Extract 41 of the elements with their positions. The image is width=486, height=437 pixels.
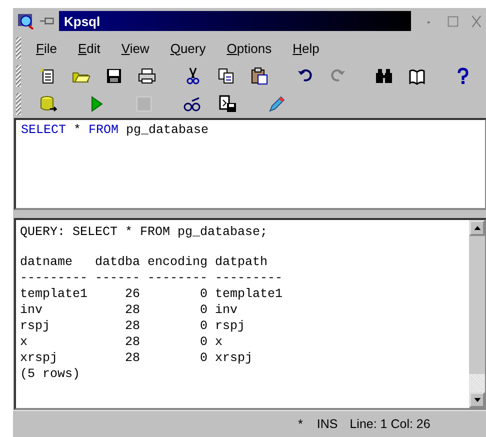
toolbar-button-icon[interactable] <box>217 67 235 85</box>
toolbar-grip[interactable] <box>16 65 21 87</box>
toolbar-button-icon[interactable] <box>250 67 268 85</box>
scrollbar[interactable] <box>469 220 485 408</box>
insert-mode: INS <box>316 417 338 431</box>
menu-item[interactable]: View <box>121 40 150 56</box>
toolbar-grip[interactable] <box>16 37 21 59</box>
scroll-up-button[interactable] <box>469 220 485 236</box>
scroll-down-button[interactable] <box>469 392 485 408</box>
result-line: x 28 0 x <box>20 334 224 350</box>
pin-icon[interactable] <box>39 16 55 26</box>
toolbar-button-icon[interactable] <box>183 95 201 113</box>
window-title: Kpsql <box>64 14 100 28</box>
result-line: --------- ------ -------- --------- <box>20 270 284 286</box>
modified-indicator: * <box>298 417 303 431</box>
down-arrow-icon <box>474 398 480 402</box>
result-line: xrspj 28 0 xrspj <box>20 350 254 366</box>
menu-item[interactable]: File <box>36 40 57 56</box>
toolbar-grip[interactable] <box>16 93 21 115</box>
toolbar-button-icon[interactable] <box>138 67 156 85</box>
cursor-position: Line: 1 Col: 26 <box>350 417 430 431</box>
up-arrow-icon <box>474 226 480 230</box>
menu-item[interactable]: Options <box>226 40 272 56</box>
toolbar-button-icon[interactable] <box>219 95 237 113</box>
toolbar-button-icon[interactable] <box>408 67 426 85</box>
toolbar-button-icon[interactable] <box>105 67 123 85</box>
result-line: rspj 28 0 rspj <box>20 318 246 334</box>
result-line: inv 28 0 inv <box>20 302 239 318</box>
scroll-thumb[interactable] <box>469 374 485 392</box>
toolbar-button-icon[interactable] <box>39 95 57 113</box>
toolbar-button-icon[interactable] <box>375 67 393 85</box>
menu-item[interactable]: Help <box>292 40 320 56</box>
menu-item[interactable]: Query <box>170 40 206 56</box>
result-line: (5 rows) <box>20 366 82 382</box>
toolbar-button-icon[interactable] <box>184 67 202 85</box>
query-editor[interactable]: SELECT * FROM pg_database <box>14 118 486 210</box>
result-line: datname datdba encoding datpath <box>20 254 269 270</box>
result-line: template1 26 0 template1 <box>20 286 284 302</box>
query-line: QUERY: SELECT * FROM pg_database; <box>20 224 269 240</box>
query-text: SELECT * FROM pg_database <box>21 123 210 137</box>
menu-item[interactable]: Edit <box>78 40 100 56</box>
